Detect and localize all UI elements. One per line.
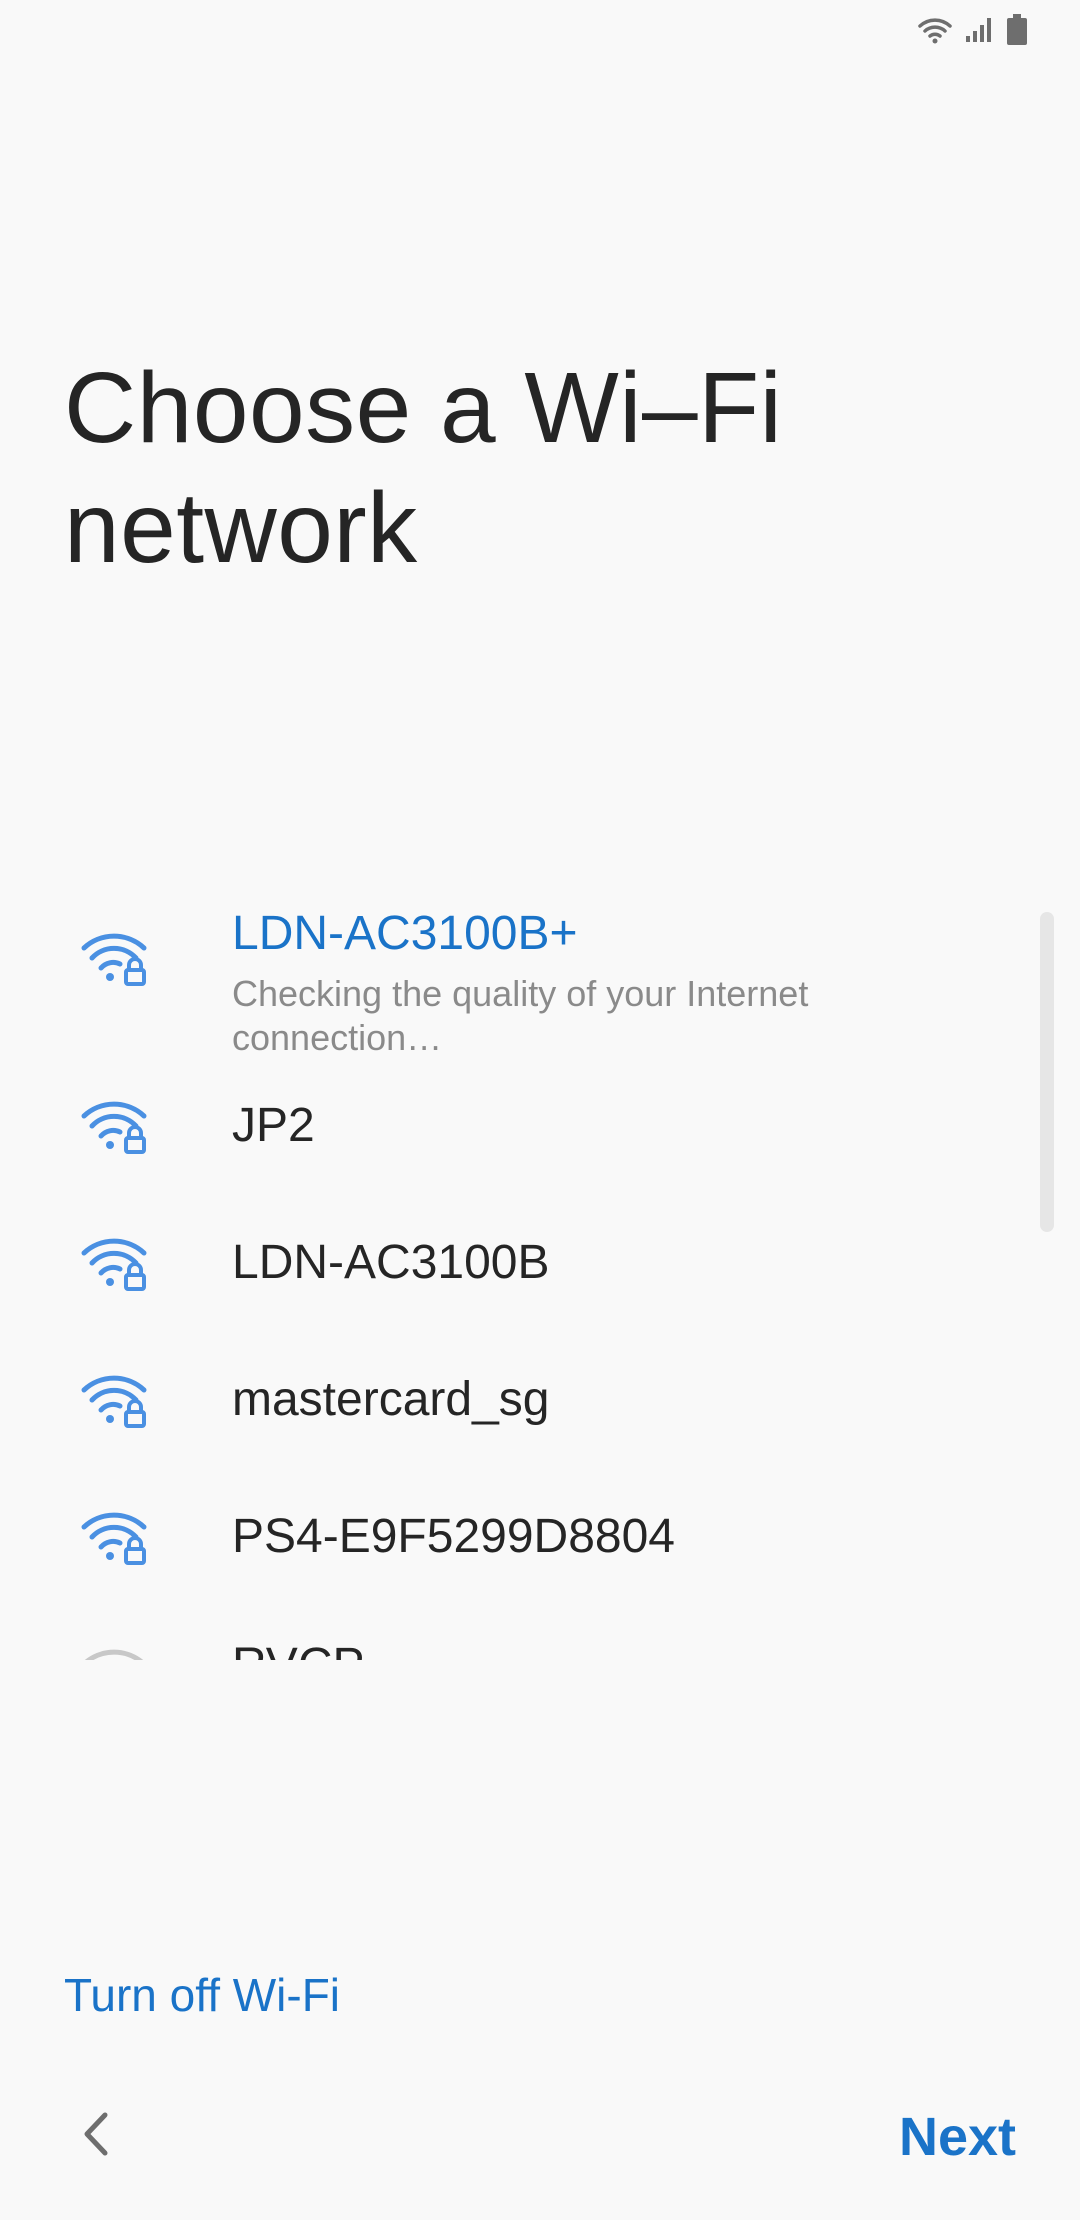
network-list[interactable]: LDN-AC3100B+ Checking the quality of you… (0, 860, 1080, 1660)
network-item-ldn-ac3100b-plus[interactable]: LDN-AC3100B+ Checking the quality of you… (0, 880, 1040, 1058)
network-item-ps4[interactable]: PS4-E9F5299D8804 (0, 1481, 1040, 1591)
wifi-lock-icon (80, 1233, 152, 1293)
page-title: Choose a Wi–Fi network (64, 352, 783, 584)
status-icons (918, 14, 1028, 51)
signal-icon (964, 16, 994, 49)
network-item-rvcp[interactable]: RVCP (0, 1618, 1040, 1660)
network-name: JP2 (232, 1099, 315, 1152)
battery-icon (1006, 14, 1028, 51)
network-name: RVCP (232, 1638, 365, 1660)
chevron-left-icon (81, 2111, 111, 2162)
network-name: LDN-AC3100B+ (232, 907, 578, 960)
next-button[interactable]: Next (899, 2106, 1016, 2168)
turn-off-wifi-link[interactable]: Turn off Wi-Fi (64, 1968, 340, 2022)
network-item-mastercard-sg[interactable]: mastercard_sg (0, 1344, 1040, 1454)
status-bar (0, 0, 1080, 60)
wifi-lock-icon (80, 1370, 152, 1430)
wifi-icon (80, 1644, 152, 1660)
network-item-jp2[interactable]: JP2 (0, 1070, 1040, 1180)
network-name: LDN-AC3100B (232, 1236, 550, 1289)
wifi-status-icon (918, 16, 952, 49)
network-item-ldn-ac3100b[interactable]: LDN-AC3100B (0, 1207, 1040, 1317)
wifi-lock-icon (80, 928, 152, 988)
wifi-lock-icon (80, 1096, 152, 1156)
network-name: mastercard_sg (232, 1373, 550, 1426)
network-name: PS4-E9F5299D8804 (232, 1510, 675, 1563)
back-button[interactable] (70, 2110, 122, 2162)
wifi-lock-icon (80, 1507, 152, 1567)
network-status: Checking the quality of your Internet co… (232, 973, 809, 1058)
network-list-scrollbar[interactable] (1040, 912, 1054, 1232)
